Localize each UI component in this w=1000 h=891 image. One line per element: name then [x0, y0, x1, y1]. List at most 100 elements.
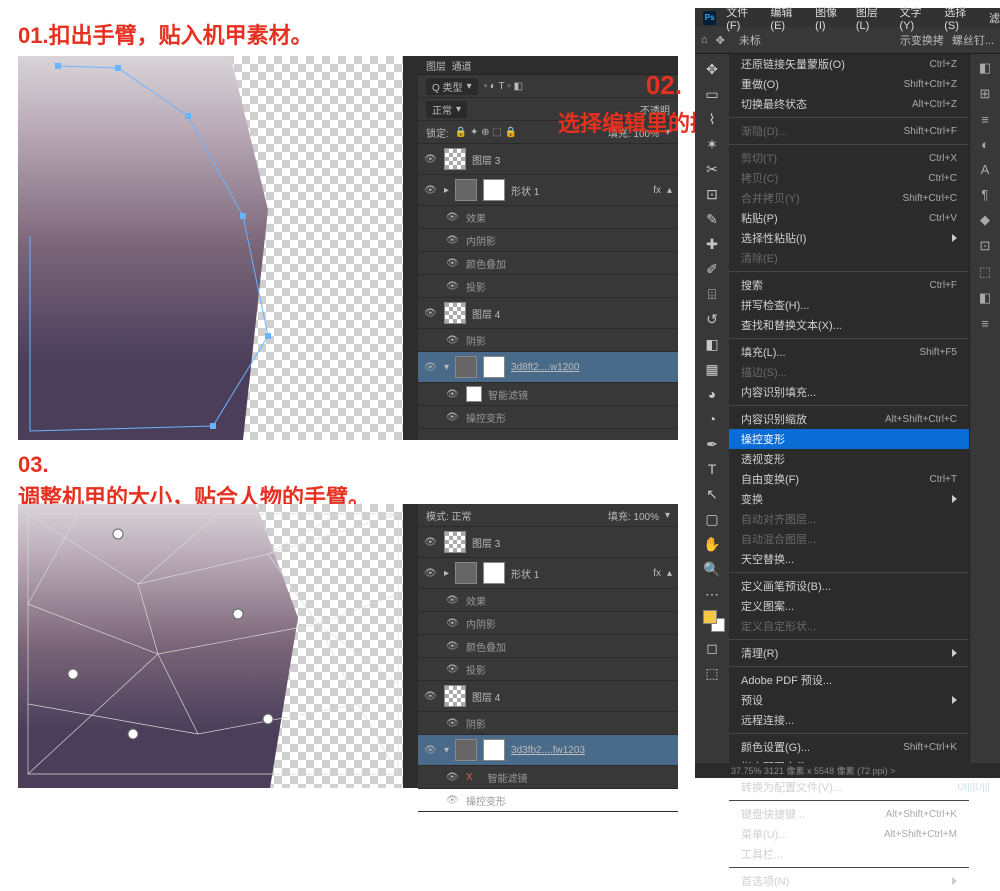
menu-item[interactable]: 透视变形	[729, 449, 969, 469]
panel-icon[interactable]: ⊞	[980, 86, 991, 102]
panel-icon[interactable]: ⬚	[979, 264, 991, 280]
menu-item[interactable]: 查找和替换文本(X)...	[729, 315, 969, 335]
panel-icon[interactable]: ≡	[981, 316, 989, 331]
menu-item[interactable]: 键盘快捷键...Alt+Shift+Ctrl+K	[729, 804, 969, 824]
layer-3[interactable]: 👁图层 3	[418, 144, 678, 175]
marquee-tool-icon[interactable]: ▭	[701, 83, 723, 105]
options-bar-03[interactable]: 模式: 正常填充: 100% ▾	[418, 504, 678, 527]
panel-icon[interactable]: ◧	[979, 290, 991, 306]
gradient-tool-icon[interactable]: ▦	[701, 358, 723, 380]
ps-right-docks: ◧ ⊞ ≡ ◐ A ¶ ◆ ⊡ ⬚ ◧ ≡	[969, 54, 1000, 774]
panel-icon[interactable]: ◐	[981, 137, 989, 152]
menu-item[interactable]: 天空替换...	[729, 549, 969, 569]
menu-item[interactable]: 粘贴(P)Ctrl+V	[729, 208, 969, 228]
menu-item[interactable]: 选择性粘贴(I)	[729, 228, 969, 248]
menu-item: 自动混合图层...	[729, 529, 969, 549]
menu-item[interactable]: 远程连接...	[729, 710, 969, 730]
layer-4b[interactable]: 👁图层 4	[418, 681, 678, 712]
ps-topbar: ⌂ ✥ 未标 示变换拷 螺丝钉...	[695, 27, 1000, 54]
doc-tab-2[interactable]: 示变换拷	[900, 32, 944, 48]
menu-item[interactable]: 变换	[729, 489, 969, 509]
menu-item[interactable]: 工具栏...	[729, 844, 969, 864]
panel-icon[interactable]: ≡	[981, 112, 989, 127]
menu-item[interactable]: 定义画笔预设(B)...	[729, 576, 969, 596]
menu-item[interactable]: 内容识别填充...	[729, 382, 969, 402]
menu-item[interactable]: 操控变形	[729, 429, 969, 449]
ruler-vertical	[403, 56, 419, 440]
doc-tab-1[interactable]: 未标	[739, 32, 761, 48]
heal-tool-icon[interactable]: ✚	[701, 233, 723, 255]
menu-item[interactable]: 还原链接矢量蒙版(O)Ctrl+Z	[729, 54, 969, 74]
menu-file[interactable]: 文件(F)	[726, 4, 760, 32]
color-swatches[interactable]	[701, 608, 723, 634]
hand-tool-icon[interactable]: ✋	[701, 533, 723, 555]
layer-selected-b[interactable]: 👁▾3d3fb2....fw1203	[418, 735, 678, 766]
menu-item: 清除(E)	[729, 248, 969, 268]
path-tool-icon[interactable]: ↖	[701, 483, 723, 505]
eyedropper-tool-icon[interactable]: ✎	[701, 208, 723, 230]
panel-icon[interactable]: ¶	[982, 187, 989, 202]
menu-item[interactable]: 颜色设置(G)...Shift+Ctrl+K	[729, 737, 969, 757]
menu-item[interactable]: 重做(O)Shift+Ctrl+Z	[729, 74, 969, 94]
menu-item[interactable]: 菜单(U)...Alt+Shift+Ctrl+M	[729, 824, 969, 844]
lasso-tool-icon[interactable]: ⌇	[701, 108, 723, 130]
more-tools-icon[interactable]: ⋯	[701, 583, 723, 605]
wand-tool-icon[interactable]: ✶	[701, 133, 723, 155]
menu-item[interactable]: Adobe PDF 预设...	[729, 670, 969, 690]
menu-ext[interactable]: 滤	[989, 10, 1000, 26]
layer-selected[interactable]: 👁▾3d8ft2....w1200	[418, 352, 678, 383]
menu-item[interactable]: 清理(R)	[729, 643, 969, 663]
canvas-area-01	[18, 56, 403, 440]
menu-select[interactable]: 选择(S)	[944, 4, 979, 32]
canvas-area-03	[18, 504, 403, 788]
heading-step-01: 01.扣出手臂，贴入机甲素材。	[18, 18, 313, 50]
layer-shape1b[interactable]: 👁▸形状 1fx ▴	[418, 558, 678, 589]
panel-icon[interactable]: ◆	[980, 212, 990, 228]
menu-item[interactable]: 定义图案...	[729, 596, 969, 616]
crop-tool-icon[interactable]: ✂	[701, 158, 723, 180]
ruler-vertical-03	[403, 504, 419, 788]
menu-edit[interactable]: 编辑(E)	[770, 4, 805, 32]
ps-menubar[interactable]: Ps 文件(F) 编辑(E) 图像(I) 图层(L) 文字(Y) 选择(S) 滤	[695, 8, 1000, 27]
layer-filter-row[interactable]: Q 类型 ▾▫ ◐ T ▫ ◧	[418, 75, 678, 98]
dodge-tool-icon[interactable]: ◔	[701, 408, 723, 430]
blur-tool-icon[interactable]: ◕	[701, 383, 723, 405]
pen-tool-icon[interactable]: ✒	[701, 433, 723, 455]
layer-4[interactable]: 👁图层 4	[418, 298, 678, 329]
history-brush-icon[interactable]: ↺	[701, 308, 723, 330]
menu-item[interactable]: 拼写检查(H)...	[729, 295, 969, 315]
frame-tool-icon[interactable]: ⊡	[701, 183, 723, 205]
text-tool-icon[interactable]: T	[701, 458, 723, 480]
menu-item[interactable]: 切换最终状态Alt+Ctrl+Z	[729, 94, 969, 114]
home-icon[interactable]: ⌂	[701, 34, 708, 46]
layer-3b[interactable]: 👁图层 3	[418, 527, 678, 558]
menu-type[interactable]: 文字(Y)	[899, 4, 934, 32]
smart-filters-row[interactable]: 👁智能滤镜	[418, 383, 678, 406]
menu-item[interactable]: 预设	[729, 690, 969, 710]
transform-handles-overlay	[18, 56, 403, 440]
eraser-tool-icon[interactable]: ◧	[701, 333, 723, 355]
menu-item[interactable]: 内容识别缩放Alt+Shift+Ctrl+C	[729, 409, 969, 429]
zoom-tool-icon[interactable]: 🔍	[701, 558, 723, 580]
brush-tool-icon[interactable]: ✐	[701, 258, 723, 280]
doc-tab-3[interactable]: 螺丝钉...	[952, 32, 994, 48]
menu-item[interactable]: 填充(L)...Shift+F5	[729, 342, 969, 362]
shape-tool-icon[interactable]: ▢	[701, 508, 723, 530]
screenmode-icon[interactable]: ⬚	[701, 662, 723, 684]
puppet-warp-filter[interactable]: 👁操控变形	[418, 406, 678, 429]
quickmask-icon[interactable]: ◻	[701, 637, 723, 659]
stamp-tool-icon[interactable]: ⌹	[701, 283, 723, 305]
menu-item[interactable]: 搜索Ctrl+F	[729, 275, 969, 295]
panel-icon[interactable]: ◧	[979, 60, 991, 76]
menu-image[interactable]: 图像(I)	[815, 4, 846, 32]
menu-layer[interactable]: 图层(L)	[856, 4, 890, 32]
menu-item: 合并拷贝(Y)Shift+Ctrl+C	[729, 188, 969, 208]
menu-item[interactable]: 首选项(N)	[729, 871, 969, 891]
panel-icon[interactable]: A	[981, 162, 990, 177]
panel-icon[interactable]: ⊡	[980, 238, 991, 254]
move-tool-icon[interactable]: ✥	[701, 58, 723, 80]
move-tool-icon[interactable]: ✥	[716, 34, 725, 47]
menu-item[interactable]: 转换为配置文件(V)...	[729, 777, 969, 797]
menu-item[interactable]: 自由变换(F)Ctrl+T	[729, 469, 969, 489]
layer-shape1[interactable]: 👁▸形状 1fx ▴	[418, 175, 678, 206]
